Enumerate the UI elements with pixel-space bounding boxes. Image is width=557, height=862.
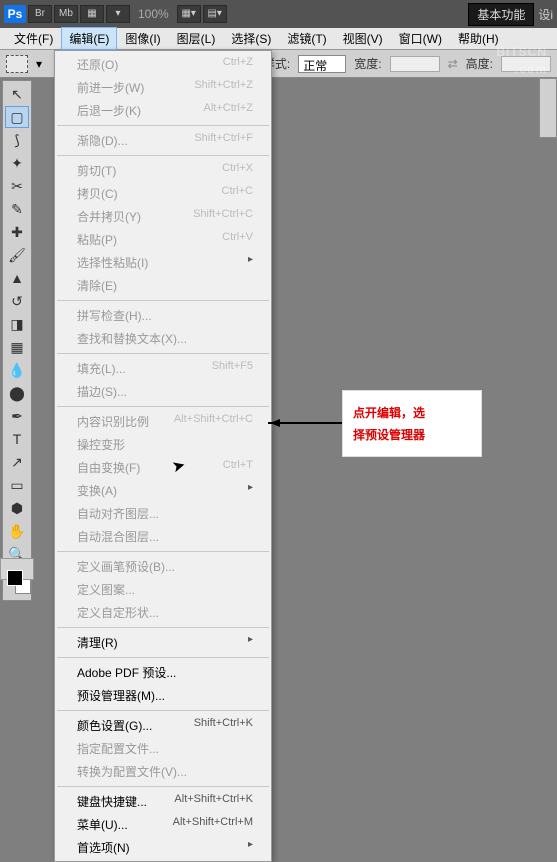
menu-step-forward[interactable]: 前进一步(W)Shift+Ctrl+Z — [55, 76, 271, 99]
menu-stroke[interactable]: 描边(S)... — [55, 380, 271, 403]
hand-tool[interactable]: ✋ — [5, 520, 29, 542]
menu-color-settings[interactable]: 颜色设置(G)...Shift+Ctrl+K — [55, 714, 271, 737]
menu-define-brush[interactable]: 定义画笔预设(B)... — [55, 555, 271, 578]
menu-spell[interactable]: 拼写检查(H)... — [55, 304, 271, 327]
menu-separator — [57, 627, 269, 628]
menu-window[interactable]: 窗口(W) — [391, 27, 450, 50]
screen-mode-button[interactable]: ▦ — [80, 5, 104, 23]
menu-copy-merged[interactable]: 合并拷贝(Y)Shift+Ctrl+C — [55, 205, 271, 228]
eraser-tool[interactable]: ◨ — [5, 313, 29, 335]
menu-undo[interactable]: 还原(O)Ctrl+Z — [55, 53, 271, 76]
annotation-box: 点开编辑，选 择预设管理器 — [342, 390, 482, 457]
3d-tool[interactable]: ⬢ — [5, 497, 29, 519]
heal-tool[interactable]: ✚ — [5, 221, 29, 243]
edit-menu-dropdown: 还原(O)Ctrl+Z 前进一步(W)Shift+Ctrl+Z 后退一步(K)A… — [54, 50, 272, 862]
ps-logo: Ps — [4, 5, 26, 23]
menu-copy[interactable]: 拷贝(C)Ctrl+C — [55, 182, 271, 205]
menu-separator — [57, 300, 269, 301]
menubar: 文件(F) 编辑(E) 图像(I) 图层(L) 选择(S) 滤镜(T) 视图(V… — [0, 28, 557, 50]
menu-separator — [57, 657, 269, 658]
eyedropper-tool[interactable]: ✎ — [5, 198, 29, 220]
menu-assign-profile[interactable]: 指定配置文件... — [55, 737, 271, 760]
dodge-tool[interactable]: ⬤ — [5, 382, 29, 404]
dropdown-icon[interactable]: ▾ — [36, 57, 42, 71]
workspace-button[interactable]: 基本功能 — [468, 3, 534, 26]
blur-tool[interactable]: 💧 — [5, 359, 29, 381]
menu-separator — [57, 786, 269, 787]
width-field[interactable] — [390, 56, 440, 72]
extras-button[interactable]: ▦▾ — [177, 5, 201, 23]
menu-separator — [57, 406, 269, 407]
tools-panel: ↖ ▢ ⟆ ✦ ✂ ✎ ✚ 🖌 ▲ ↺ ◨ ▦ 💧 ⬤ ✒ T ↗ ▭ ⬢ ✋ … — [2, 80, 32, 601]
menu-paste-special[interactable]: 选择性粘贴(I) — [55, 251, 271, 274]
menu-view[interactable]: 视图(V) — [335, 27, 391, 50]
menu-free-transform[interactable]: 自由变换(F)Ctrl+T — [55, 456, 271, 479]
menu-preset-manager[interactable]: 预设管理器(M)... — [55, 684, 271, 707]
menu-menus[interactable]: 菜单(U)...Alt+Shift+Ctrl+M — [55, 813, 271, 836]
menu-puppet-warp[interactable]: 操控变形 — [55, 433, 271, 456]
style-select[interactable]: 正常 — [298, 55, 346, 73]
pen-tool[interactable]: ✒ — [5, 405, 29, 427]
menu-paste[interactable]: 粘贴(P)Ctrl+V — [55, 228, 271, 251]
menu-edit[interactable]: 编辑(E) — [61, 27, 117, 50]
design-tab[interactable]: 设i — [538, 6, 553, 23]
zoom-level[interactable]: 100% — [138, 7, 169, 21]
watermark: BITSCN.com — [496, 36, 547, 76]
menu-define-pattern[interactable]: 定义图案... — [55, 578, 271, 601]
move-tool[interactable]: ↖ — [5, 83, 29, 105]
menu-clear[interactable]: 清除(E) — [55, 274, 271, 297]
annotation-arrow — [268, 422, 342, 424]
menu-separator — [57, 710, 269, 711]
width-label: 宽度: — [354, 55, 381, 72]
menu-transform[interactable]: 变换(A) — [55, 479, 271, 502]
wand-tool[interactable]: ✦ — [5, 152, 29, 174]
menu-image[interactable]: 图像(I) — [117, 27, 168, 50]
crop-tool[interactable]: ✂ — [5, 175, 29, 197]
app-toolbar: Ps Br Mb ▦ ▾ 100% ▦▾ ▤▾ 基本功能 设i — [0, 0, 557, 28]
menu-auto-blend[interactable]: 自动混合图层... — [55, 525, 271, 548]
menu-step-backward[interactable]: 后退一步(K)Alt+Ctrl+Z — [55, 99, 271, 122]
minibridge-button[interactable]: Mb — [54, 5, 78, 23]
collapsed-panel[interactable] — [539, 78, 557, 138]
menu-find-replace[interactable]: 查找和替换文本(X)... — [55, 327, 271, 350]
menu-auto-align[interactable]: 自动对齐图层... — [55, 502, 271, 525]
menu-cut[interactable]: 剪切(T)Ctrl+X — [55, 159, 271, 182]
menu-purge[interactable]: 清理(R) — [55, 631, 271, 654]
marquee-tool[interactable]: ▢ — [5, 106, 29, 128]
menu-keyboard-shortcuts[interactable]: 键盘快捷键...Alt+Shift+Ctrl+K — [55, 790, 271, 813]
menu-separator — [57, 125, 269, 126]
shape-tool[interactable]: ▭ — [5, 474, 29, 496]
menu-fill[interactable]: 填充(L)...Shift+F5 — [55, 357, 271, 380]
menu-separator — [57, 551, 269, 552]
arrange-button[interactable]: ▾ — [106, 5, 130, 23]
path-tool[interactable]: ↗ — [5, 451, 29, 473]
menu-adobe-pdf-presets[interactable]: Adobe PDF 预设... — [55, 661, 271, 684]
marquee-tool-icon[interactable] — [6, 55, 28, 73]
annotation-text: 点开编辑，选 — [353, 406, 425, 420]
gradient-tool[interactable]: ▦ — [5, 336, 29, 358]
height-label: 高度: — [466, 55, 493, 72]
menu-convert-profile[interactable]: 转换为配置文件(V)... — [55, 760, 271, 783]
menu-separator — [57, 155, 269, 156]
menu-layer[interactable]: 图层(L) — [169, 27, 224, 50]
history-brush-tool[interactable]: ↺ — [5, 290, 29, 312]
doc-layout-button[interactable]: ▤▾ — [203, 5, 227, 23]
menu-separator — [57, 353, 269, 354]
brush-tool[interactable]: 🖌 — [5, 244, 29, 266]
menu-define-shape[interactable]: 定义自定形状... — [55, 601, 271, 624]
lasso-tool[interactable]: ⟆ — [5, 129, 29, 151]
swap-icon[interactable]: ⇄ — [448, 57, 458, 71]
menu-fade[interactable]: 渐隐(D)...Shift+Ctrl+F — [55, 129, 271, 152]
bridge-button[interactable]: Br — [28, 5, 52, 23]
type-tool[interactable]: T — [5, 428, 29, 450]
annotation-text: 择预设管理器 — [353, 428, 425, 442]
foreground-color[interactable] — [7, 570, 23, 586]
menu-file[interactable]: 文件(F) — [6, 27, 61, 50]
menu-content-scale[interactable]: 内容识别比例Alt+Shift+Ctrl+C — [55, 410, 271, 433]
stamp-tool[interactable]: ▲ — [5, 267, 29, 289]
menu-preferences[interactable]: 首选项(N) — [55, 836, 271, 859]
menu-filter[interactable]: 滤镜(T) — [279, 27, 334, 50]
menu-select[interactable]: 选择(S) — [223, 27, 279, 50]
